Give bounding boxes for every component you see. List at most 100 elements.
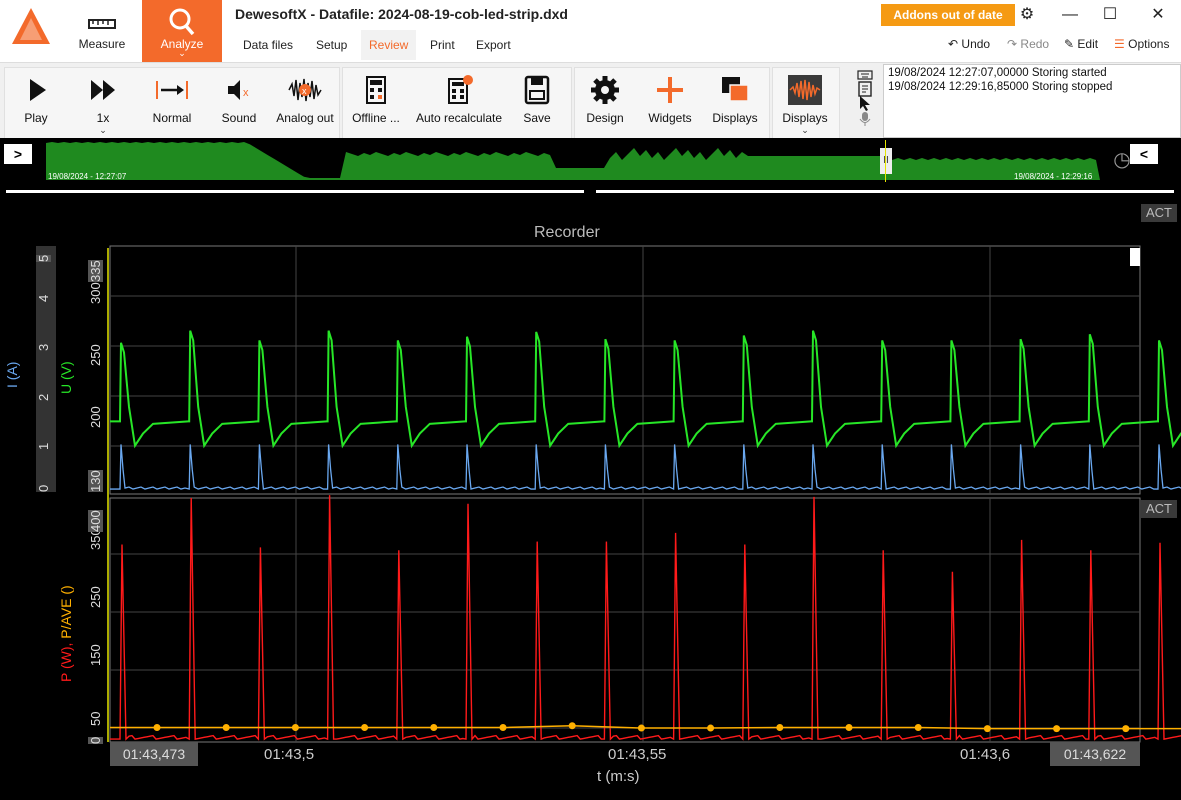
- displays-button[interactable]: Displays: [708, 69, 762, 133]
- recorder-display: ACT Recorder I (A) U (V) 0 1 2 3 4 5 130…: [0, 198, 1181, 800]
- microphone-icon[interactable]: [857, 111, 873, 127]
- tab-print[interactable]: Print: [422, 30, 463, 60]
- mode-analyze-button[interactable]: Analyze ⌄: [142, 0, 222, 62]
- redo-button[interactable]: ↷ Redo: [1007, 34, 1049, 54]
- power-average-point: [707, 724, 715, 732]
- event-log-entry: 19/08/2024 12:29:16,85000 Storing stoppe…: [888, 81, 1113, 93]
- analog-out-label: Analog out: [276, 111, 334, 125]
- audio-waveform-icon: [788, 75, 822, 105]
- power-average-point: [153, 723, 161, 731]
- power-average-point: [776, 723, 784, 731]
- settings-gear-icon[interactable]: ⚙: [1013, 4, 1041, 26]
- auto-recalculate-label: Auto recalculate: [415, 111, 503, 125]
- play-icon: [30, 79, 46, 101]
- maximize-button[interactable]: ☐: [1096, 4, 1124, 26]
- analog-out-button[interactable]: x Analog out: [272, 69, 338, 133]
- chevron-down-icon: ⌄: [99, 125, 107, 135]
- redo-label: Redo: [1020, 37, 1050, 51]
- sound-label: Sound: [221, 111, 257, 125]
- minimize-button[interactable]: —: [1056, 4, 1084, 26]
- play-button[interactable]: Play: [12, 69, 60, 133]
- svg-text:x: x: [302, 86, 307, 96]
- power-trace: [110, 495, 1181, 741]
- offline-button[interactable]: Offline ...: [346, 69, 406, 133]
- chevron-down-icon: ⌄: [801, 125, 809, 135]
- overview-position-marker[interactable]: II: [880, 148, 892, 174]
- speed-label: 1x: [96, 111, 110, 125]
- displays-dropdown-label: Displays: [782, 111, 828, 125]
- overview-scrollbar-right[interactable]: [596, 190, 1174, 193]
- normal-mode-icon: [156, 81, 188, 99]
- gear-icon: [591, 76, 619, 104]
- chevron-down-icon: ⌄: [178, 48, 186, 58]
- x-axis-tick: 01:43,6: [960, 746, 1011, 763]
- svg-text:x: x: [243, 87, 249, 99]
- magnifier-icon: [169, 8, 195, 36]
- mode-measure-label: Measure: [78, 37, 126, 51]
- displays-dropdown-button[interactable]: Displays ⌄: [776, 69, 834, 135]
- power-average-point: [222, 723, 230, 731]
- edit-icon: ✎: [1064, 37, 1075, 51]
- overview-strip[interactable]: > II 19/08/2024 - 12:27:07 19/08/2024 - …: [0, 138, 1181, 198]
- overview-scrollbar-left[interactable]: [6, 190, 584, 193]
- save-label: Save: [523, 111, 551, 125]
- x-axis-tick: 01:43,5: [264, 746, 315, 763]
- calculator-refresh-icon: [448, 75, 473, 104]
- displays-label: Displays: [712, 111, 758, 125]
- edit-button[interactable]: ✎ Edit: [1064, 34, 1098, 54]
- save-button[interactable]: Save: [514, 69, 560, 133]
- current-trace: [110, 444, 1181, 491]
- speed-button[interactable]: 1x ⌄: [78, 69, 128, 135]
- tab-setup[interactable]: Setup: [308, 30, 355, 60]
- x-axis-start: 01:43,473: [110, 742, 198, 766]
- cursor-icon[interactable]: [857, 95, 873, 111]
- undo-label: Undo: [961, 37, 991, 51]
- undo-icon: ↶: [948, 37, 959, 51]
- overview-nav-right-button[interactable]: <: [1130, 144, 1158, 164]
- power-average-point: [430, 723, 438, 731]
- overview-end-time: 19/08/2024 - 12:29:16: [1014, 172, 1093, 181]
- power-average-point: [637, 724, 645, 732]
- floppy-disk-icon: [524, 75, 550, 105]
- undo-button[interactable]: ↶ Undo: [948, 34, 990, 54]
- design-button[interactable]: Design: [580, 69, 630, 133]
- power-average-point: [845, 723, 853, 731]
- power-average-point: [361, 723, 369, 731]
- power-average-point: [1053, 725, 1061, 733]
- normal-label: Normal: [152, 111, 192, 125]
- x-axis-label: t (m:s): [597, 768, 640, 785]
- displays-icon: [722, 77, 749, 102]
- tab-export[interactable]: Export: [468, 30, 519, 60]
- mode-measure-button[interactable]: Measure: [62, 0, 142, 62]
- addons-badge[interactable]: Addons out of date: [881, 4, 1015, 26]
- x-axis-tick: 01:43,55: [608, 746, 667, 763]
- power-average-point: [499, 723, 507, 731]
- calculator-icon: [366, 76, 386, 104]
- offline-label: Offline ...: [352, 111, 400, 125]
- normal-button[interactable]: Normal: [146, 69, 198, 133]
- redo-icon: ↷: [1007, 37, 1018, 51]
- tab-data-files[interactable]: Data files: [235, 30, 301, 60]
- speaker-muted-icon: x: [228, 80, 249, 100]
- overview-nav-left-button[interactable]: >: [4, 144, 32, 164]
- title-bar: Measure Analyze ⌄ DewesoftX - Datafile: …: [0, 0, 1181, 62]
- close-button[interactable]: ✕: [1144, 4, 1172, 26]
- options-button[interactable]: ☰ Options: [1114, 34, 1169, 54]
- tab-review[interactable]: Review: [361, 30, 417, 60]
- widgets-label: Widgets: [648, 111, 692, 125]
- overview-waveform: [46, 142, 1100, 180]
- design-label: Design: [586, 111, 624, 125]
- ruler-icon: [88, 19, 116, 29]
- sound-button[interactable]: x Sound: [214, 69, 264, 133]
- widgets-button[interactable]: Widgets: [644, 69, 696, 133]
- power-average-point: [914, 723, 922, 731]
- edit-label: Edit: [1077, 37, 1099, 51]
- window-title: DewesoftX - Datafile: 2024-08-19-cob-led…: [235, 6, 568, 22]
- waveform-plots[interactable]: [0, 198, 1181, 800]
- overview-start-time: 19/08/2024 - 12:27:07: [48, 172, 127, 181]
- power-plot-frame: [109, 497, 1141, 743]
- voltage-trace: [110, 330, 1181, 449]
- auto-recalculate-button[interactable]: Auto recalculate: [412, 69, 506, 133]
- hamburger-icon: ☰: [1114, 37, 1125, 51]
- event-log[interactable]: 19/08/2024 12:27:07,00000 Storing starte…: [883, 64, 1181, 138]
